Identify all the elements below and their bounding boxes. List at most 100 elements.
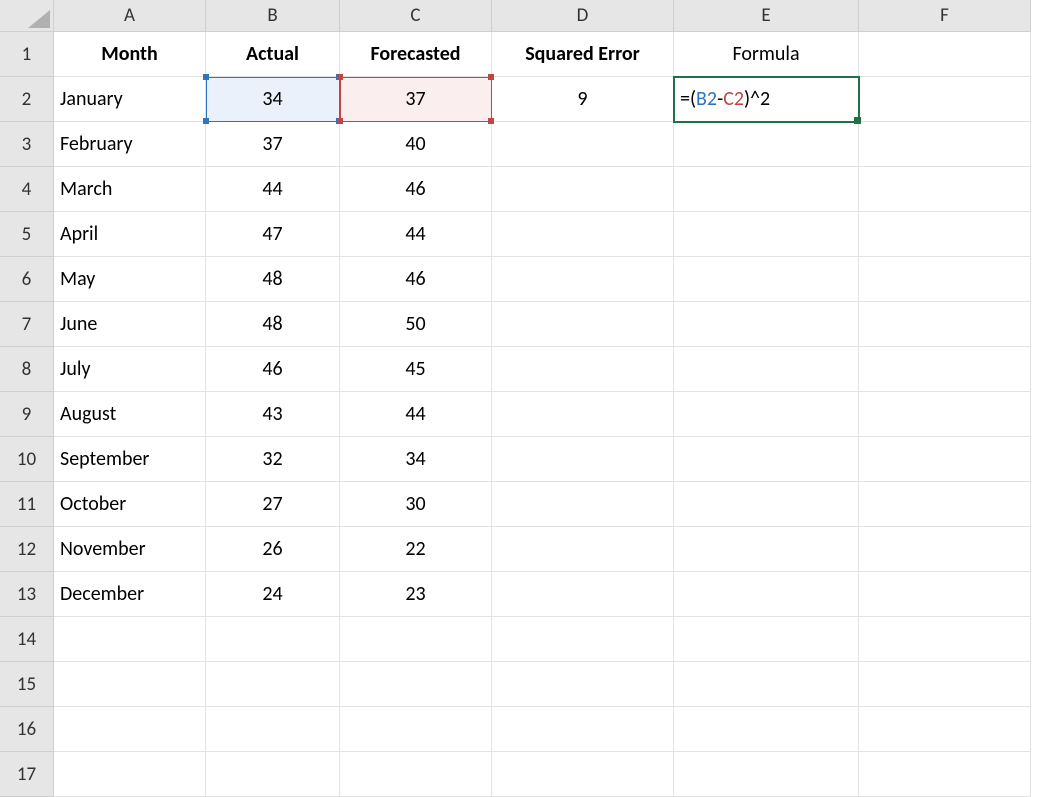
row-header[interactable]: 7 bbox=[0, 302, 54, 347]
cell-F7[interactable] bbox=[859, 302, 1031, 347]
row-header[interactable]: 11 bbox=[0, 482, 54, 527]
cell-B4[interactable]: 44 bbox=[206, 167, 340, 212]
cell-D16[interactable] bbox=[492, 707, 674, 752]
cell-B11[interactable]: 27 bbox=[206, 482, 340, 527]
cell-A2[interactable]: January bbox=[54, 77, 206, 122]
cell-D5[interactable] bbox=[492, 212, 674, 257]
col-header-C[interactable]: C bbox=[340, 0, 492, 32]
cell-F12[interactable] bbox=[859, 527, 1031, 572]
cell-E3[interactable] bbox=[674, 122, 859, 167]
cell-F13[interactable] bbox=[859, 572, 1031, 617]
cell-F2[interactable] bbox=[859, 77, 1031, 122]
cell-A17[interactable] bbox=[54, 752, 206, 797]
row-header[interactable]: 12 bbox=[0, 527, 54, 572]
cell-E2[interactable]: =(B2-C2)^2 bbox=[674, 77, 859, 122]
cell-A13[interactable]: December bbox=[54, 572, 206, 617]
row-header[interactable]: 3 bbox=[0, 122, 54, 167]
cell-D17[interactable] bbox=[492, 752, 674, 797]
cell-C10[interactable]: 34 bbox=[340, 437, 492, 482]
cell-B8[interactable]: 46 bbox=[206, 347, 340, 392]
cell-F14[interactable] bbox=[859, 617, 1031, 662]
cell-D12[interactable] bbox=[492, 527, 674, 572]
cell-E11[interactable] bbox=[674, 482, 859, 527]
cell-D13[interactable] bbox=[492, 572, 674, 617]
cell-B1[interactable]: Actual bbox=[206, 32, 340, 77]
cell-B15[interactable] bbox=[206, 662, 340, 707]
cell-E8[interactable] bbox=[674, 347, 859, 392]
cell-A6[interactable]: May bbox=[54, 257, 206, 302]
cell-D14[interactable] bbox=[492, 617, 674, 662]
cell-C13[interactable]: 23 bbox=[340, 572, 492, 617]
cell-B14[interactable] bbox=[206, 617, 340, 662]
cell-D1[interactable]: Squared Error bbox=[492, 32, 674, 77]
row-header[interactable]: 6 bbox=[0, 257, 54, 302]
cell-D7[interactable] bbox=[492, 302, 674, 347]
cell-D4[interactable] bbox=[492, 167, 674, 212]
cell-C1[interactable]: Forecasted bbox=[340, 32, 492, 77]
cell-F15[interactable] bbox=[859, 662, 1031, 707]
cell-E1[interactable]: Formula bbox=[674, 32, 859, 77]
row-header[interactable]: 4 bbox=[0, 167, 54, 212]
cell-F8[interactable] bbox=[859, 347, 1031, 392]
cell-F3[interactable] bbox=[859, 122, 1031, 167]
cell-C2[interactable]: 37 bbox=[340, 77, 492, 122]
col-header-B[interactable]: B bbox=[206, 0, 340, 32]
cell-D9[interactable] bbox=[492, 392, 674, 437]
row-header[interactable]: 10 bbox=[0, 437, 54, 482]
cell-F5[interactable] bbox=[859, 212, 1031, 257]
cell-A7[interactable]: June bbox=[54, 302, 206, 347]
cell-F1[interactable] bbox=[859, 32, 1031, 77]
cell-E6[interactable] bbox=[674, 257, 859, 302]
cell-D3[interactable] bbox=[492, 122, 674, 167]
cell-E10[interactable] bbox=[674, 437, 859, 482]
cell-B6[interactable]: 48 bbox=[206, 257, 340, 302]
cell-C17[interactable] bbox=[340, 752, 492, 797]
cell-D10[interactable] bbox=[492, 437, 674, 482]
row-header[interactable]: 16 bbox=[0, 707, 54, 752]
row-header[interactable]: 13 bbox=[0, 572, 54, 617]
cell-A8[interactable]: July bbox=[54, 347, 206, 392]
cell-F9[interactable] bbox=[859, 392, 1031, 437]
cell-A10[interactable]: September bbox=[54, 437, 206, 482]
cell-F4[interactable] bbox=[859, 167, 1031, 212]
cell-F17[interactable] bbox=[859, 752, 1031, 797]
cell-A4[interactable]: March bbox=[54, 167, 206, 212]
row-header[interactable]: 9 bbox=[0, 392, 54, 437]
cell-B9[interactable]: 43 bbox=[206, 392, 340, 437]
col-header-D[interactable]: D bbox=[492, 0, 674, 32]
cell-C8[interactable]: 45 bbox=[340, 347, 492, 392]
cell-C11[interactable]: 30 bbox=[340, 482, 492, 527]
row-header[interactable]: 15 bbox=[0, 662, 54, 707]
cell-E14[interactable] bbox=[674, 617, 859, 662]
cell-A3[interactable]: February bbox=[54, 122, 206, 167]
cell-B5[interactable]: 47 bbox=[206, 212, 340, 257]
cell-B10[interactable]: 32 bbox=[206, 437, 340, 482]
cell-F16[interactable] bbox=[859, 707, 1031, 752]
cell-A9[interactable]: August bbox=[54, 392, 206, 437]
cell-B17[interactable] bbox=[206, 752, 340, 797]
cell-A15[interactable] bbox=[54, 662, 206, 707]
cell-A14[interactable] bbox=[54, 617, 206, 662]
cell-B13[interactable]: 24 bbox=[206, 572, 340, 617]
cell-F10[interactable] bbox=[859, 437, 1031, 482]
cell-B3[interactable]: 37 bbox=[206, 122, 340, 167]
cell-A16[interactable] bbox=[54, 707, 206, 752]
cell-C16[interactable] bbox=[340, 707, 492, 752]
col-header-A[interactable]: A bbox=[54, 0, 206, 32]
row-header[interactable]: 17 bbox=[0, 752, 54, 797]
cell-D8[interactable] bbox=[492, 347, 674, 392]
cell-A11[interactable]: October bbox=[54, 482, 206, 527]
cell-C14[interactable] bbox=[340, 617, 492, 662]
cell-C12[interactable]: 22 bbox=[340, 527, 492, 572]
row-header[interactable]: 8 bbox=[0, 347, 54, 392]
cell-E4[interactable] bbox=[674, 167, 859, 212]
cell-C5[interactable]: 44 bbox=[340, 212, 492, 257]
cell-E9[interactable] bbox=[674, 392, 859, 437]
cell-B12[interactable]: 26 bbox=[206, 527, 340, 572]
cell-D15[interactable] bbox=[492, 662, 674, 707]
cell-E7[interactable] bbox=[674, 302, 859, 347]
cell-C15[interactable] bbox=[340, 662, 492, 707]
col-header-F[interactable]: F bbox=[859, 0, 1031, 32]
cell-E13[interactable] bbox=[674, 572, 859, 617]
cell-C7[interactable]: 50 bbox=[340, 302, 492, 347]
